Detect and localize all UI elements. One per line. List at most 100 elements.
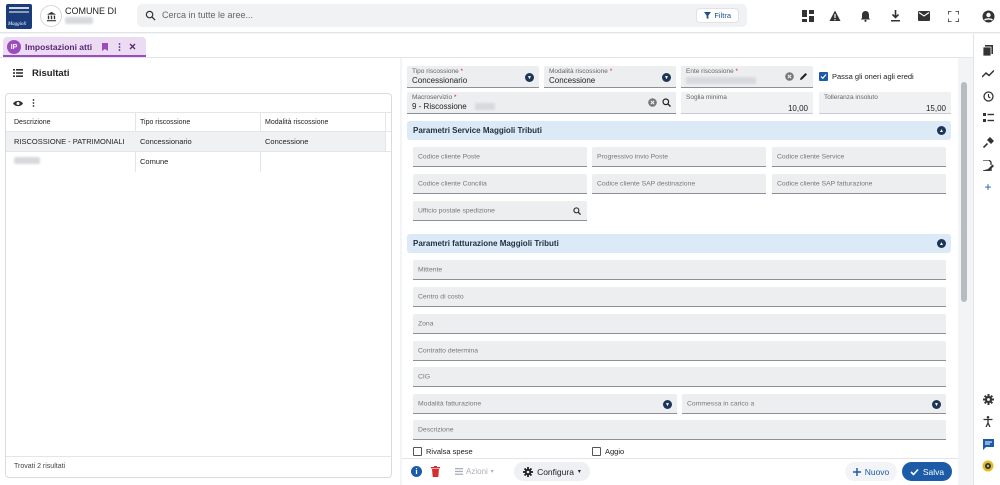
tab-impostazioni-atti[interactable]: IP Impostazioni atti [3, 37, 146, 57]
modalita-riscossione-select[interactable]: Modalità riscossione * Concessione ▼ [544, 66, 676, 88]
dropdown-icon: ▼ [932, 400, 941, 409]
bank-icon [46, 11, 56, 21]
modalita-fatturazione-select[interactable]: Modalità fatturazione ▼ [413, 394, 677, 414]
analytics-button[interactable] [980, 67, 996, 81]
maggioli-assistant-button[interactable] [980, 459, 996, 473]
column-header-tipo-riscossione[interactable]: Tipo riscossione [140, 119, 190, 126]
edit-document-button[interactable] [980, 158, 996, 172]
user-account-button[interactable] [977, 5, 999, 27]
mittente-input[interactable]: Mittente [413, 260, 946, 280]
clear-icon[interactable] [648, 98, 657, 107]
downloads-button[interactable] [884, 5, 906, 27]
cig-input[interactable]: CIG [413, 367, 946, 387]
results-grid: Descrizione Tipo riscossione Modalità ri… [5, 93, 392, 478]
chat-button[interactable] [980, 437, 996, 451]
dashboard-button[interactable] [797, 5, 819, 27]
column-header-descrizione[interactable]: Descrizione [14, 119, 51, 126]
section-parametri-fatturazione[interactable]: Parametri fatturazione Maggioli Tributi … [407, 234, 951, 253]
ente-riscossione-redacted [686, 77, 756, 84]
tolleranza-insoluto-label: Tolleranza insoluto [824, 94, 878, 101]
settings-button[interactable] [980, 392, 996, 406]
dropdown-icon: ▼ [662, 73, 671, 82]
municipality-button[interactable] [40, 5, 62, 27]
soglia-minima-value: 10,00 [787, 104, 808, 113]
configura-button[interactable]: Configura ▾ [514, 462, 590, 481]
gear-icon [523, 466, 534, 477]
accessibility-icon [983, 415, 993, 427]
documents-button[interactable] [980, 43, 996, 57]
column-header-modalita-riscossione[interactable]: Modalità riscossione [265, 119, 328, 126]
tolleranza-insoluto-field: Tolleranza insoluto 15,00 [819, 92, 951, 114]
collapse-icon[interactable]: ▲ [937, 126, 946, 135]
cell-tipo: Comune [140, 157, 169, 166]
history-button[interactable] [980, 89, 996, 103]
search-icon[interactable] [573, 207, 581, 215]
search-icon[interactable] [662, 98, 671, 107]
collapse-icon[interactable]: ▲ [937, 239, 946, 248]
cell-descrizione: RISCOSSIONE - PATRIMONIALI [14, 137, 125, 146]
eye-icon[interactable] [13, 100, 23, 107]
macroservizio-field[interactable]: Macroservizio * 9 - Riscossione [407, 92, 676, 114]
gear-icon [982, 393, 994, 405]
ufficio-postale-spedizione-input[interactable]: Ufficio postale spedizione [413, 201, 587, 221]
dropdown-icon: ▼ [663, 400, 672, 409]
global-search-input[interactable]: Cerca in tutte le aree... Filtra [137, 4, 747, 27]
filter-button[interactable]: Filtra [696, 8, 739, 23]
commessa-in-carico-select[interactable]: Commessa in carico a ▼ [682, 394, 946, 414]
edit-pencil-icon[interactable] [800, 72, 808, 80]
bookmark-icon[interactable] [102, 43, 108, 51]
checklist-button[interactable] [980, 111, 996, 125]
codice-cliente-poste-input[interactable]: Codice cliente Poste [413, 147, 587, 167]
codice-cliente-concilia-input[interactable]: Codice cliente Concilia [413, 174, 587, 194]
scrollbar-thumb[interactable] [961, 82, 967, 302]
info-icon[interactable]: i [411, 466, 422, 477]
aggio-checkbox[interactable] [592, 447, 601, 456]
table-row[interactable]: RISCOSSIONE - PATRIMONIALI Concessionari… [6, 132, 385, 151]
tipo-riscossione-value: Concessionario [412, 76, 468, 85]
assistant-icon [982, 460, 994, 472]
delete-icon[interactable] [431, 466, 440, 477]
nuovo-button[interactable]: Nuovo [845, 462, 897, 481]
rivalsa-spese-checkbox[interactable] [413, 447, 422, 456]
warnings-button[interactable] [824, 5, 846, 27]
salva-button[interactable]: Salva [902, 462, 952, 481]
codice-cliente-sap-destinazione-input[interactable]: Codice cliente SAP destinazione [592, 174, 766, 194]
messages-button[interactable] [913, 5, 935, 27]
field-placeholder: Codice cliente Service [777, 153, 845, 160]
contratto-determina-input[interactable]: Contratto determina [413, 341, 946, 361]
results-title: Risultati [32, 68, 70, 79]
list-icon [455, 468, 463, 475]
more-vertical-icon[interactable] [118, 43, 121, 51]
download-icon [890, 10, 900, 22]
tab-label: Impostazioni atti [25, 42, 93, 52]
ente-riscossione-field[interactable]: Ente riscossione * [681, 66, 813, 88]
plugin-button[interactable] [980, 135, 996, 149]
descrizione-input[interactable]: Descrizione [413, 420, 946, 440]
tipo-riscossione-label: Tipo riscossione [412, 68, 459, 75]
clear-icon[interactable] [785, 72, 794, 81]
codice-cliente-service-input[interactable]: Codice cliente Service [772, 147, 946, 167]
section-parametri-service[interactable]: Parametri Service Maggioli Tributi ▲ [407, 121, 951, 140]
azioni-button[interactable]: Azioni ▾ [455, 465, 494, 478]
ente-riscossione-label: Ente riscossione [686, 68, 734, 75]
macroservizio-label: Macroservizio [412, 94, 453, 101]
codice-cliente-sap-fatturazione-input[interactable]: Codice cliente SAP fatturazione [772, 174, 946, 194]
results-count: Trovati 2 risultati [14, 463, 66, 470]
tipo-riscossione-select[interactable]: Tipo riscossione * Concessionario ▼ [407, 66, 539, 88]
tab-app-icon: IP [7, 40, 21, 54]
field-placeholder: Commessa in carico a [687, 400, 755, 407]
table-row[interactable]: Comune [6, 152, 385, 171]
progressivo-invio-poste-input[interactable]: Progressivo invio Poste [592, 147, 766, 167]
close-tab-icon[interactable] [129, 43, 136, 50]
accessibility-button[interactable] [980, 414, 996, 428]
chat-icon [982, 438, 994, 450]
add-shortcut-button[interactable]: + [980, 180, 996, 194]
rivalsa-spese-label: Rivalsa spese [426, 447, 473, 456]
fullscreen-button[interactable] [942, 5, 964, 27]
grid-menu-icon[interactable] [32, 99, 35, 107]
zona-input[interactable]: Zona [413, 314, 946, 334]
passa-oneri-checkbox[interactable] [819, 72, 828, 81]
notifications-button[interactable] [854, 5, 876, 27]
maggioli-logo[interactable]: Maggioli [6, 4, 32, 29]
centro-di-costo-input[interactable]: Centro di costo [413, 287, 946, 307]
